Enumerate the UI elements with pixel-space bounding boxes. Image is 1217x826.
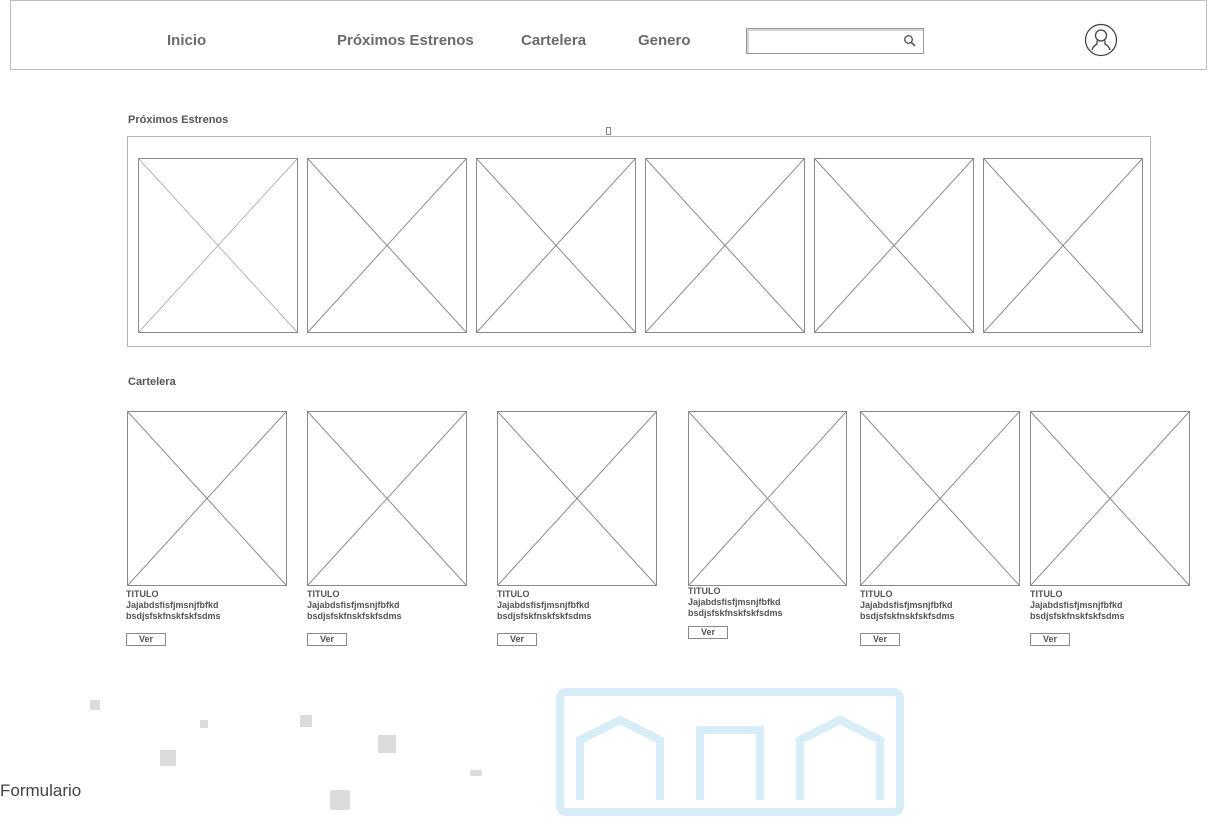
movie-poster-placeholder[interactable]: [307, 411, 467, 586]
movie-description-line: Jajabdsfisfjmsnjfbfkd: [860, 600, 953, 610]
movie-description-line: Jajabdsfisfjmsnjfbfkd: [307, 600, 400, 610]
billboard-section-title: Cartelera: [128, 376, 176, 388]
movie-poster-placeholder[interactable]: [1030, 411, 1190, 586]
movie-description-line: Jajabdsfisfjmsnjfbfkd: [688, 597, 781, 607]
movie-description-line: bsdjsfskfnskfskfsdms: [688, 608, 783, 618]
ver-button[interactable]: Ver: [497, 633, 537, 646]
movie-description-line: Jajabdsfisfjmsnjfbfkd: [497, 600, 590, 610]
upcoming-carousel: [127, 136, 1151, 347]
form-label: Formulario: [0, 781, 82, 800]
movie-description-line: bsdjsfskfnskfskfsdms: [126, 611, 221, 621]
movie-poster-placeholder[interactable]: [688, 411, 847, 586]
ver-button[interactable]: Ver: [688, 626, 728, 639]
movie-poster-placeholder[interactable]: [497, 411, 657, 586]
movie-title: TITULO: [497, 589, 530, 599]
ver-button[interactable]: Ver: [307, 633, 347, 646]
movie-description-line: Jajabdsfisfjmsnjfbfkd: [1030, 600, 1123, 610]
search-icon[interactable]: [903, 34, 917, 48]
nav-link-cartelera[interactable]: Cartelera: [521, 32, 586, 49]
navbar: Inicio Próximos Estrenos Cartelera Gener…: [10, 0, 1207, 70]
movie-title: TITULO: [307, 589, 340, 599]
nav-link-genero[interactable]: Genero: [638, 32, 691, 49]
movie-description-line: bsdjsfskfnskfskfsdms: [860, 611, 955, 621]
upcoming-poster-placeholder[interactable]: [814, 158, 974, 333]
movie-poster-placeholder[interactable]: [127, 411, 287, 586]
watermark-illustration: [90, 688, 904, 816]
upcoming-section-title: Próximos Estrenos: [128, 114, 229, 126]
movie-description-line: bsdjsfskfnskfskfsdms: [307, 611, 402, 621]
movie-description-line: bsdjsfskfnskfskfsdms: [497, 611, 592, 621]
ver-button[interactable]: Ver: [1030, 633, 1070, 646]
movie-poster-placeholder[interactable]: [860, 411, 1020, 586]
cursor-marker: [606, 127, 611, 135]
movie-title: TITULO: [1030, 589, 1063, 599]
movie-description-line: Jajabdsfisfjmsnjfbfkd: [126, 600, 219, 610]
upcoming-poster-placeholder[interactable]: [983, 158, 1143, 333]
ver-button[interactable]: Ver: [126, 633, 166, 646]
upcoming-poster-placeholder[interactable]: [138, 158, 298, 333]
upcoming-poster-placeholder[interactable]: [645, 158, 805, 333]
upcoming-poster-placeholder[interactable]: [307, 158, 467, 333]
movie-title: TITULO: [860, 589, 893, 599]
nav-link-proximos-estrenos[interactable]: Próximos Estrenos: [337, 32, 474, 49]
nav-link-inicio[interactable]: Inicio: [167, 32, 206, 49]
search-box: [746, 28, 924, 54]
upcoming-poster-placeholder[interactable]: [476, 158, 636, 333]
movie-title: TITULO: [688, 586, 721, 596]
search-input[interactable]: [753, 32, 897, 52]
ver-button[interactable]: Ver: [860, 633, 900, 646]
user-icon[interactable]: [1084, 23, 1118, 57]
movie-title: TITULO: [126, 589, 159, 599]
movie-description-line: bsdjsfskfnskfskfsdms: [1030, 611, 1125, 621]
